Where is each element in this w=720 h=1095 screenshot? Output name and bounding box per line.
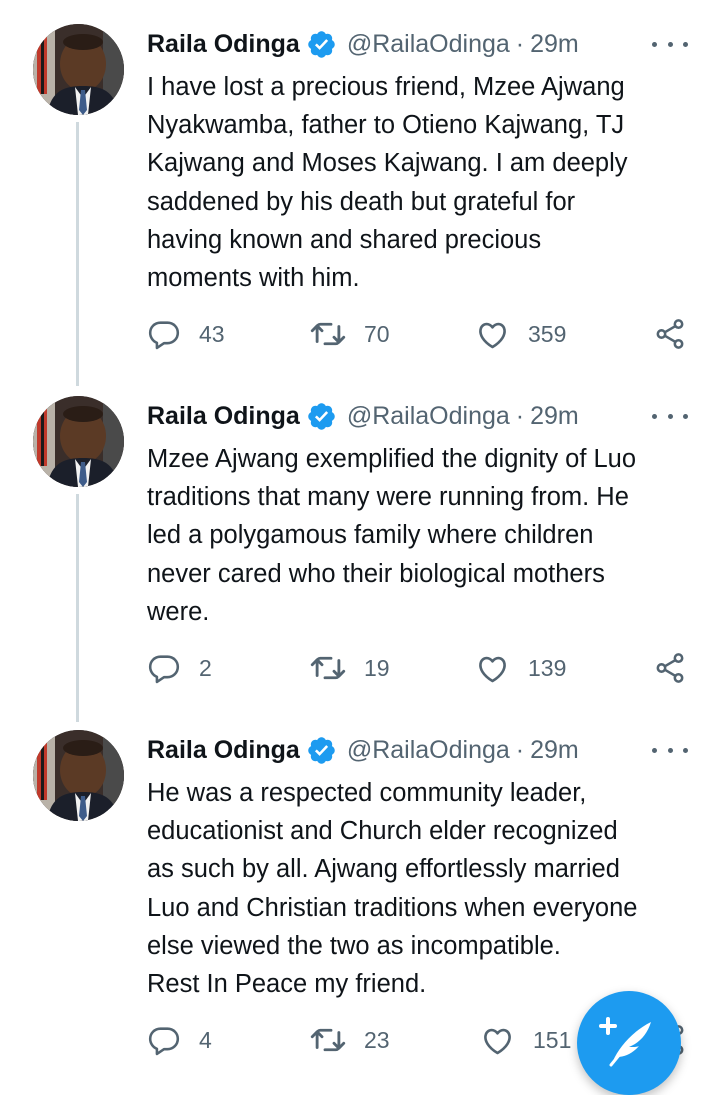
author-avatar[interactable]	[33, 24, 124, 115]
retweet-button[interactable]: 19	[310, 648, 390, 688]
retweet-count: 19	[364, 654, 390, 681]
heart-icon	[480, 1023, 515, 1058]
reply-button[interactable]: 43	[147, 314, 225, 354]
author-avatar[interactable]	[33, 396, 124, 487]
like-count: 139	[528, 654, 567, 681]
reply-count: 2	[199, 654, 212, 681]
tweet-text: I have lost a precious friend, Mzee Ajwa…	[147, 73, 628, 293]
retweet-icon	[310, 316, 346, 352]
tweet-text: Mzee Ajwang exemplified the dignity of L…	[147, 445, 637, 626]
share-button[interactable]	[653, 314, 687, 354]
compose-tweet-button[interactable]	[577, 991, 681, 1095]
retweet-count: 70	[364, 320, 390, 347]
share-icon	[653, 317, 687, 351]
tweet-header: Raila Odinga @RailaOdinga · 29m	[147, 730, 579, 770]
author-name[interactable]: Raila Odinga	[147, 736, 300, 765]
reply-icon	[147, 651, 181, 685]
verified-badge-icon	[306, 29, 337, 60]
like-button[interactable]: 139	[475, 648, 566, 688]
separator: ·	[515, 735, 525, 764]
like-button[interactable]: 359	[475, 314, 566, 354]
reply-icon	[147, 1023, 181, 1057]
verified-badge-icon	[306, 401, 337, 432]
author-avatar[interactable]	[33, 730, 124, 821]
like-count: 359	[528, 320, 567, 347]
separator: ·	[515, 401, 525, 430]
reply-button[interactable]: 2	[147, 648, 212, 688]
heart-icon	[475, 651, 510, 686]
share-button[interactable]	[653, 648, 687, 688]
like-count: 151	[533, 1026, 572, 1053]
tweet-actions: 43 70 359	[0, 314, 720, 354]
retweet-icon	[310, 650, 346, 686]
author-name[interactable]: Raila Odinga	[147, 402, 300, 431]
tweet-2[interactable]: Raila Odinga @RailaOdinga · 29m Mzee Ajw…	[0, 396, 720, 726]
timestamp[interactable]: 29m	[530, 736, 579, 765]
author-handle[interactable]: @RailaOdinga	[347, 402, 510, 431]
more-icon[interactable]	[652, 32, 688, 56]
author-handle[interactable]: @RailaOdinga	[347, 30, 510, 59]
more-icon[interactable]	[652, 738, 688, 762]
reply-icon	[147, 317, 181, 351]
retweet-count: 23	[364, 1026, 390, 1053]
verified-badge-icon	[306, 735, 337, 766]
author-name[interactable]: Raila Odinga	[147, 30, 300, 59]
more-icon[interactable]	[652, 404, 688, 428]
reply-count: 43	[199, 320, 225, 347]
tweet-text: He was a respected community leader, edu…	[147, 779, 638, 999]
author-handle[interactable]: @RailaOdinga	[347, 736, 510, 765]
timestamp[interactable]: 29m	[530, 30, 579, 59]
tweet-1[interactable]: Raila Odinga @RailaOdinga · 29m I have l…	[0, 24, 720, 386]
compose-tweet-icon	[599, 1017, 651, 1067]
timestamp[interactable]: 29m	[530, 402, 579, 431]
retweet-button[interactable]: 70	[310, 314, 390, 354]
share-icon	[653, 651, 687, 685]
separator: ·	[515, 29, 525, 58]
tweet-header: Raila Odinga @RailaOdinga · 29m	[147, 24, 579, 64]
tweet-header: Raila Odinga @RailaOdinga · 29m	[147, 396, 579, 436]
tweet-actions: 2 19 139	[0, 648, 720, 688]
like-button[interactable]: 151	[480, 1020, 571, 1060]
retweet-button[interactable]: 23	[310, 1020, 390, 1060]
reply-button[interactable]: 4	[147, 1020, 212, 1060]
retweet-icon	[310, 1022, 346, 1058]
reply-count: 4	[199, 1026, 212, 1053]
heart-icon	[475, 317, 510, 352]
